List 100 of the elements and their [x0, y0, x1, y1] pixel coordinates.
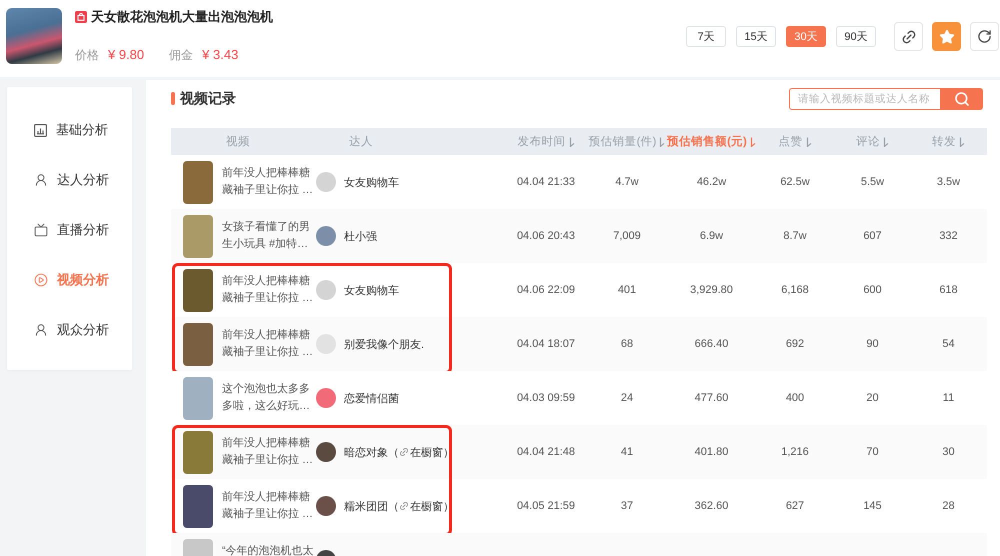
table-cell: 6,168 — [781, 284, 809, 296]
table-cell: 04.06 22:09 — [516, 284, 576, 296]
price-value: ¥ 9.80 — [108, 47, 144, 62]
table-cell: 362.60 — [694, 500, 728, 512]
video-title: “今年的泡泡机也太 — [222, 544, 315, 556]
sidebar-item[interactable]: 视频分析 — [7, 255, 132, 305]
column-header: 达人 — [348, 134, 373, 149]
refresh-button[interactable] — [970, 22, 999, 51]
table-cell: 332 — [939, 230, 958, 242]
table-cell: 1,216 — [781, 446, 809, 458]
creator-name: 暗恋对象（ — [344, 446, 399, 460]
sidebar-item[interactable]: 直播分析 — [7, 205, 132, 255]
link-button[interactable] — [894, 22, 923, 51]
search-button[interactable] — [940, 88, 983, 110]
video-thumbnail — [183, 268, 213, 312]
table-cell: 5.5w — [860, 176, 884, 188]
video-thumbnail — [183, 322, 213, 366]
refresh-icon — [977, 29, 992, 44]
table-cell: 68 — [620, 338, 634, 350]
user-icon — [34, 323, 48, 337]
table-cell: 3,929.80 — [690, 284, 733, 296]
video-thumbnail — [183, 214, 213, 258]
table-cell: 46.2w — [696, 176, 726, 188]
table-cell: 28 — [942, 500, 955, 512]
avatar — [316, 172, 336, 192]
table-cell: 62.5w — [780, 176, 810, 188]
section-title: 视频记录 — [180, 90, 236, 108]
table-cell: 04.05 21:59 — [516, 500, 576, 512]
chart-icon — [34, 124, 47, 136]
user-icon — [34, 173, 48, 187]
play-icon — [34, 273, 48, 287]
sidebar-item[interactable]: 观众分析 — [7, 305, 132, 355]
commission-value: ¥ 3.43 — [202, 47, 238, 62]
avatar — [316, 334, 336, 354]
accent-bar — [171, 92, 175, 105]
table-cell: 41 — [620, 446, 634, 458]
video-title: 女孩子看懂了的男生小玩具 #加特… — [222, 220, 311, 252]
table-cell: 401.80 — [694, 446, 728, 458]
avatar — [316, 226, 336, 246]
sidebar-item[interactable]: 达人分析 — [7, 155, 132, 205]
column-header[interactable]: 发布时间 — [518, 134, 574, 149]
video-title: 前年没人把棒棒糖藏袖子里让你拉 … — [222, 274, 314, 306]
table-cell: 401 — [618, 284, 636, 296]
table-cell: 3.5w — [936, 176, 960, 188]
column-header[interactable]: 预估销售额(元) — [667, 134, 756, 149]
table-cell: 692 — [786, 338, 804, 350]
range-tab[interactable]: 15天 — [736, 26, 776, 47]
price-label: 价格 — [75, 47, 99, 64]
table-cell: 54 — [942, 338, 955, 350]
table-cell: 70 — [866, 446, 879, 458]
table-cell: 6.9w — [700, 230, 724, 242]
table-cell: 37 — [620, 500, 634, 512]
photo-placeholder — [6, 8, 62, 64]
search-field[interactable]: 请输入视频标题或达人名称 — [789, 88, 940, 110]
video-title: 前年没人把棒棒糖藏袖子里让你拉 … — [222, 436, 314, 468]
star-icon — [938, 28, 954, 44]
avatar — [316, 496, 336, 516]
video-title: 前年没人把棒棒糖藏袖子里让你拉 … — [222, 166, 314, 198]
range-tab[interactable]: 7天 — [686, 26, 726, 47]
video-title: 这个泡泡也太多多多啦，这么好玩… — [222, 382, 311, 414]
video-thumbnail — [183, 160, 213, 204]
column-header[interactable]: 点赞 — [778, 134, 812, 149]
table-cell: 7,009 — [613, 230, 641, 242]
sidebar-item[interactable]: 基础分析 — [7, 105, 132, 155]
creator-name: 别爱我像个朋友. — [344, 338, 424, 352]
table-cell: 618 — [939, 284, 958, 296]
showcase-label: 在橱窗） — [410, 446, 454, 460]
table-cell: 600 — [863, 284, 882, 296]
column-header[interactable]: 预估销量(件) — [588, 134, 666, 149]
column-header[interactable]: 转发 — [932, 134, 965, 149]
tv-icon — [34, 223, 48, 237]
range-tab[interactable]: 30天 — [786, 26, 826, 47]
table-cell: 04.04 18:07 — [516, 338, 576, 350]
table-cell: 477.60 — [694, 392, 728, 404]
range-tab[interactable]: 90天 — [836, 26, 876, 47]
creator-name: 糯米团团（ — [344, 500, 399, 514]
table-cell: 145 — [863, 500, 882, 512]
table-cell: 607 — [863, 230, 882, 242]
showcase-label: 在橱窗） — [410, 500, 454, 514]
avatar — [316, 280, 336, 300]
product-title: 天女散花泡泡机大量出泡泡泡机 — [91, 9, 273, 25]
table-cell: 8.7w — [783, 230, 807, 242]
avatar — [316, 388, 336, 408]
table-cell: 400 — [786, 392, 804, 404]
creator-name: 杜小强 — [344, 230, 377, 244]
video-title: 前年没人把棒棒糖藏袖子里让你拉 … — [222, 490, 314, 522]
table-cell: 666.40 — [694, 338, 728, 350]
column-header[interactable]: 评论 — [856, 134, 889, 149]
table-cell: 90 — [866, 338, 879, 350]
table-cell: 04.06 20:43 — [516, 230, 576, 242]
table-cell: 20 — [866, 392, 879, 404]
creator-name: 女友购物车 — [344, 176, 399, 190]
table-cell: 627 — [786, 500, 804, 512]
video-thumbnail — [183, 376, 213, 420]
table-cell: 04.04 21:33 — [516, 176, 576, 188]
shop-icon — [75, 11, 87, 23]
avatar — [316, 442, 336, 462]
table-cell: 04.04 21:48 — [516, 446, 576, 458]
column-header: 视频 — [225, 134, 250, 149]
table-cell: 4.7w — [615, 176, 639, 188]
